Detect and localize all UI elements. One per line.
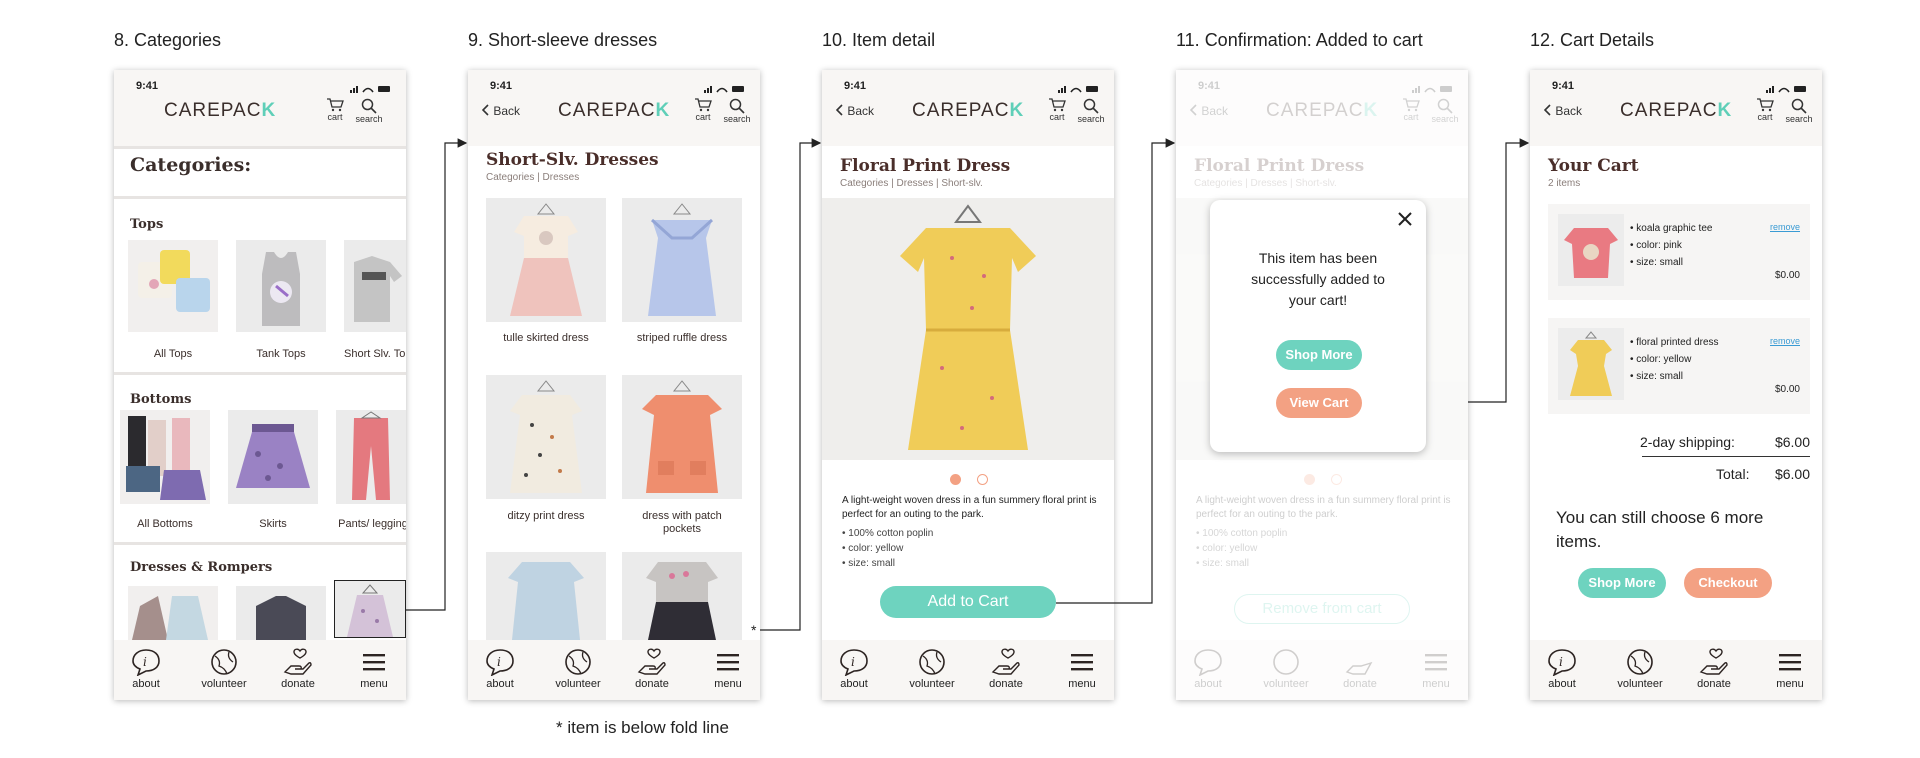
flow-arrow-confirmation-to-cart: [1468, 138, 1530, 403]
flow-connectors: [406, 138, 1530, 631]
flow-arrow-detail-to-confirmation: [1056, 138, 1176, 604]
below-fold-asterisk: *: [751, 622, 757, 638]
flow-arrow-categories-to-dresses: [406, 138, 468, 611]
footnote: * item is below fold line: [556, 718, 729, 737]
flow-arrow-dresses-to-detail: [760, 138, 822, 631]
